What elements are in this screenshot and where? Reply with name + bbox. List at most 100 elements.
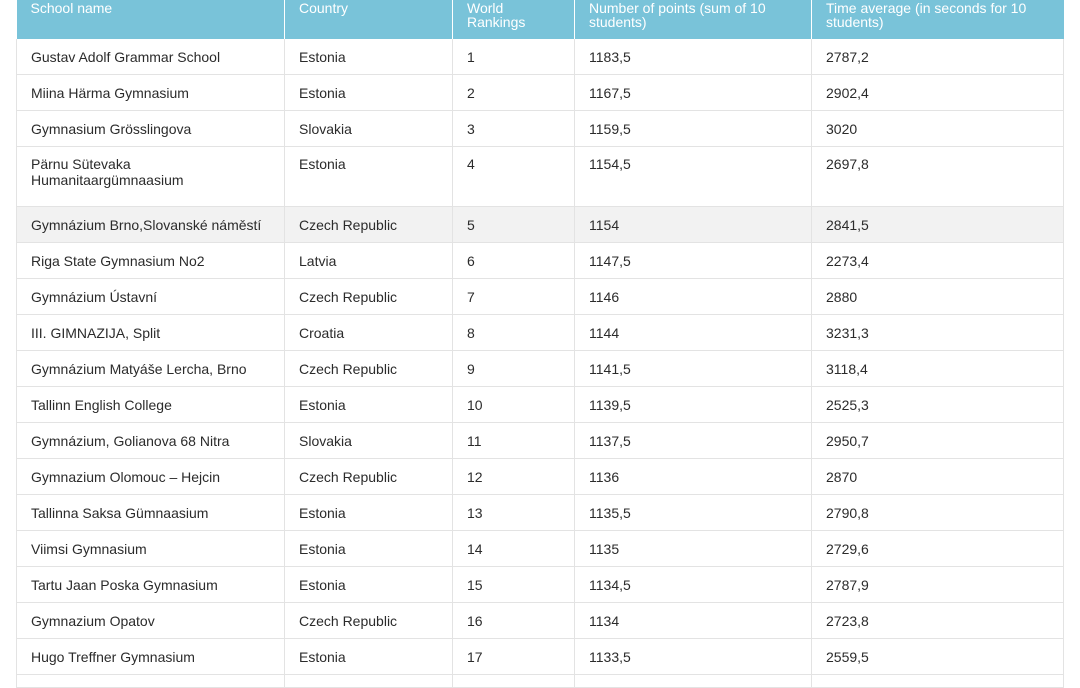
cell-points: 1159,5 [574, 110, 812, 147]
column-header-country[interactable]: Country [284, 0, 453, 39]
cell-rank: 8 [452, 314, 575, 351]
cell-time-average: 3020 [811, 110, 1064, 147]
cell-time-average: 2870 [811, 458, 1064, 495]
table-row: Gymnazium Olomouc – Hejcin Czech Republic… [16, 458, 1064, 495]
cell-school-name: Gymnazium Opatov [16, 602, 285, 639]
table-row: Riga State Gymnasium No2 Latvia 6 1147,5 227… [16, 242, 1064, 279]
table-row: Gymnázium Brno,Slovanské náměstí Czech Re… [16, 206, 1064, 243]
table-row: Gymnázium Matyáše Lercha, Brno Czech Repu… [16, 350, 1064, 387]
column-header-time-average[interactable]: Time average (in seconds for 10 students… [811, 0, 1064, 39]
cell-empty [16, 674, 285, 688]
cell-rank: 10 [452, 386, 575, 423]
cell-time-average: 2790,8 [811, 494, 1064, 531]
table-row: Gymnázium, Golianova 68 Nitra Slovakia 11 1… [16, 422, 1064, 459]
cell-country: Latvia [284, 242, 453, 279]
cell-empty [811, 674, 1064, 688]
table-row: Gymnázium Ústavní Czech Republic 7 1146 2880 [16, 278, 1064, 315]
cell-time-average: 2559,5 [811, 638, 1064, 675]
column-header-points[interactable]: Number of points (sum of 10 students) [574, 0, 812, 39]
cell-school-name: Gymnázium Matyáše Lercha, Brno [16, 350, 285, 387]
cell-empty [452, 674, 575, 688]
cell-rank: 3 [452, 110, 575, 147]
cell-country: Slovakia [284, 110, 453, 147]
cell-country: Estonia [284, 386, 453, 423]
table-row: Pärnu Sütevaka Humanitaargümnaasium Eston… [16, 146, 1064, 207]
cell-rank: 12 [452, 458, 575, 495]
cell-country: Estonia [284, 494, 453, 531]
cell-points: 1146 [574, 278, 812, 315]
table-row: Tallinna Saksa Gümnaasium Estonia 13 1135,5… [16, 494, 1064, 531]
cell-school-name: Riga State Gymnasium No2 [16, 242, 285, 279]
cell-rank: 16 [452, 602, 575, 639]
cell-time-average: 2729,6 [811, 530, 1064, 567]
cell-country: Czech Republic [284, 350, 453, 387]
table-row: III. GIMNAZIJA, Split Croatia 8 1144 3231,3 [16, 314, 1064, 351]
cell-points: 1135 [574, 530, 812, 567]
cell-time-average: 2525,3 [811, 386, 1064, 423]
cell-school-name: Gustav Adolf Grammar School [16, 39, 285, 75]
cell-points: 1137,5 [574, 422, 812, 459]
cell-rank: 17 [452, 638, 575, 675]
cell-country: Estonia [284, 566, 453, 603]
table-row: Gymnasium Grösslingova Slovakia 3 1159,5 302… [16, 110, 1064, 147]
cell-school-name: Gymnasium Grösslingova [16, 110, 285, 147]
cell-rank: 13 [452, 494, 575, 531]
cell-school-name: Tallinn English College [16, 386, 285, 423]
cell-empty [284, 674, 453, 688]
cell-points: 1154 [574, 206, 812, 243]
cell-school-name: Gymnázium Ústavní [16, 278, 285, 315]
cell-points: 1135,5 [574, 494, 812, 531]
cell-points: 1134,5 [574, 566, 812, 603]
cell-rank: 9 [452, 350, 575, 387]
cell-school-name: Hugo Treffner Gymnasium [16, 638, 285, 675]
cell-rank: 1 [452, 39, 575, 75]
rankings-table-container: School name Country World Rankings Numbe… [16, 0, 1064, 688]
cell-school-name: Gymnázium, Golianova 68 Nitra [16, 422, 285, 459]
cell-country: Estonia [284, 39, 453, 75]
cell-time-average: 2273,4 [811, 242, 1064, 279]
cell-school-name: III. GIMNAZIJA, Split [16, 314, 285, 351]
table-row: Miina Härma Gymnasium Estonia 2 1167,5 2902,… [16, 74, 1064, 111]
table-row: Gustav Adolf Grammar School Estonia 1 1183,… [16, 39, 1064, 75]
cell-points: 1139,5 [574, 386, 812, 423]
rankings-table: School name Country World Rankings Numbe… [16, 0, 1064, 688]
column-header-school-name[interactable]: School name [16, 0, 285, 39]
cell-rank: 14 [452, 530, 575, 567]
cell-school-name: Tartu Jaan Poska Gymnasium [16, 566, 285, 603]
table-row-partial [16, 674, 1064, 688]
cell-time-average: 3231,3 [811, 314, 1064, 351]
column-header-world-rankings[interactable]: World Rankings [452, 0, 575, 39]
table-row: Gymnazium Opatov Czech Republic 16 1134 2723… [16, 602, 1064, 639]
table-body: Gustav Adolf Grammar School Estonia 1 1183,… [16, 39, 1064, 688]
cell-rank: 6 [452, 242, 575, 279]
cell-points: 1183,5 [574, 39, 812, 75]
cell-time-average: 3118,4 [811, 350, 1064, 387]
cell-school-name: Tallinna Saksa Gümnaasium [16, 494, 285, 531]
cell-points: 1144 [574, 314, 812, 351]
cell-time-average: 2880 [811, 278, 1064, 315]
cell-points: 1147,5 [574, 242, 812, 279]
header-row: School name Country World Rankings Numbe… [16, 0, 1064, 39]
table-row: Tartu Jaan Poska Gymnasium Estonia 15 1134,… [16, 566, 1064, 603]
cell-time-average: 2787,2 [811, 39, 1064, 75]
cell-country: Czech Republic [284, 458, 453, 495]
cell-country: Czech Republic [284, 206, 453, 243]
cell-country: Croatia [284, 314, 453, 351]
cell-rank: 2 [452, 74, 575, 111]
table-row: Hugo Treffner Gymnasium Estonia 17 1133,5 25… [16, 638, 1064, 675]
cell-school-name: Pärnu Sütevaka Humanitaargümnaasium [16, 146, 285, 207]
table-header: School name Country World Rankings Numbe… [16, 0, 1064, 39]
cell-country: Slovakia [284, 422, 453, 459]
cell-school-name: Gymnazium Olomouc – Hejcin [16, 458, 285, 495]
cell-time-average: 2841,5 [811, 206, 1064, 243]
cell-points: 1134 [574, 602, 812, 639]
cell-time-average: 2950,7 [811, 422, 1064, 459]
cell-points: 1167,5 [574, 74, 812, 111]
cell-country: Estonia [284, 638, 453, 675]
cell-time-average: 2902,4 [811, 74, 1064, 111]
cell-points: 1154,5 [574, 146, 812, 207]
cell-rank: 11 [452, 422, 575, 459]
cell-empty [574, 674, 812, 688]
cell-rank: 7 [452, 278, 575, 315]
cell-time-average: 2787,9 [811, 566, 1064, 603]
